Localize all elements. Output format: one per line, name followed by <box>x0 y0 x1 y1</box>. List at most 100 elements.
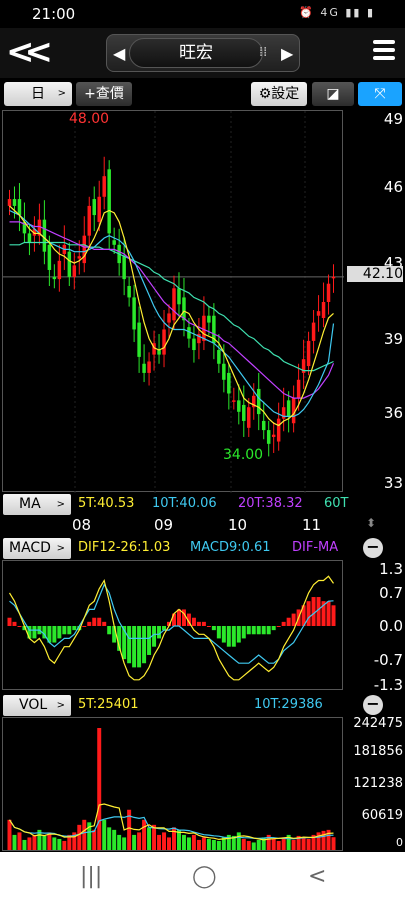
prev-stock-arrow-icon[interactable]: ◀ <box>113 44 125 63</box>
price-tick: 33 <box>383 474 403 492</box>
ma60-value: 60T <box>324 496 349 511</box>
candle-body <box>266 430 271 444</box>
candle-body <box>102 176 106 197</box>
macd9-value: MACD9:0.61 <box>190 540 271 555</box>
candle-body <box>261 420 266 431</box>
candle-body <box>57 260 62 280</box>
candle-body <box>306 340 311 367</box>
volume-bar <box>196 839 201 850</box>
candle-body <box>256 388 261 415</box>
candle-body <box>132 297 136 330</box>
volume-bar <box>301 837 306 850</box>
vol-label: VOL <box>19 697 48 713</box>
macd-histogram-bar <box>97 617 102 626</box>
candle-body <box>237 400 241 412</box>
collapse-macd-icon[interactable]: − <box>363 538 383 558</box>
candle-body <box>42 219 47 252</box>
candle-body <box>72 265 77 277</box>
volume-bar <box>162 832 167 850</box>
volume-bar <box>246 840 251 850</box>
volume-bar <box>22 839 27 850</box>
volume-bar <box>132 834 137 850</box>
back-icon[interactable]: < <box>308 864 326 889</box>
low-price-label: 34.00 <box>223 447 264 463</box>
macd-histogram-bar <box>261 626 266 635</box>
period-chevron-icon: > <box>57 88 66 99</box>
volume-bar <box>191 834 196 850</box>
macd-chart-panel[interactable] <box>2 560 343 690</box>
stock-name[interactable]: 旺宏 <box>129 38 263 68</box>
macd-histogram-bar <box>306 601 311 626</box>
macd-histogram-bar <box>7 617 12 626</box>
candle-body <box>286 400 291 417</box>
vol-dropdown[interactable]: VOL > <box>3 695 71 716</box>
dif-value: DIF12-26:1.03 <box>78 540 171 555</box>
macd-histogram-bar <box>72 626 77 631</box>
macd-histogram-bar <box>132 626 137 668</box>
volume-chart-panel[interactable] <box>2 717 343 851</box>
candle-body <box>27 233 32 243</box>
fullscreen-icon[interactable]: ⤧ <box>358 82 402 106</box>
candle-body <box>147 361 151 373</box>
volume-bar <box>201 837 206 850</box>
stock-selector[interactable]: ◀ 旺宏 ⁞⁞ ▶ <box>106 34 300 72</box>
candle-body <box>122 256 126 280</box>
volume-bar <box>236 832 241 850</box>
macd-histogram-bar <box>286 617 291 626</box>
vol-legend-bar: VOL > 5T:25401 10T:29386 − <box>0 693 405 717</box>
stock-list-icon[interactable]: ⁞⁞ <box>259 45 267 60</box>
candle-body <box>17 199 22 216</box>
volume-bar <box>251 842 256 850</box>
draw-tool-icon[interactable]: ◪ <box>312 82 354 106</box>
price-chart-panel[interactable]: 48.00 34.00 <box>2 110 344 493</box>
macd-histogram-bar <box>127 626 132 664</box>
candle-body <box>142 363 146 373</box>
macd-histogram-bar <box>17 626 22 627</box>
volume-bar <box>331 837 336 850</box>
candle-body <box>217 350 221 364</box>
volume-bar <box>256 839 261 850</box>
difma-value: DIF-MA <box>292 540 339 555</box>
candle-body <box>232 400 236 402</box>
back-double-chevron-icon[interactable]: << <box>6 35 53 70</box>
volume-bar <box>216 840 221 850</box>
ma5-value: 5T:40.53 <box>78 496 135 511</box>
vol5-value: 5T:25401 <box>78 697 139 712</box>
macd-histogram-bar <box>246 626 251 635</box>
android-nav-bar: ||| ◯ < <box>0 852 405 900</box>
home-icon[interactable]: ◯ <box>192 864 217 889</box>
volume-bar <box>32 834 37 850</box>
high-price-label: 48.00 <box>69 111 110 127</box>
macd-histogram-bar <box>311 597 316 626</box>
recent-apps-icon[interactable]: ||| <box>80 864 102 889</box>
chart-toolbar: 日 > +查價 ⚙設定 ◪ ⤧ <box>0 78 405 108</box>
ma-dropdown[interactable]: MA > <box>3 494 71 515</box>
next-stock-arrow-icon[interactable]: ▶ <box>281 44 293 63</box>
macd-histogram-bar <box>241 626 246 639</box>
volume-bar <box>7 819 12 850</box>
macd-histogram-bar <box>221 626 226 643</box>
hamburger-menu-icon[interactable] <box>373 40 395 62</box>
macd-histogram-bar <box>142 626 147 664</box>
macd-histogram-bar <box>326 601 331 626</box>
collapse-vol-icon[interactable]: − <box>363 695 383 715</box>
settings-button[interactable]: ⚙設定 <box>251 82 307 106</box>
resize-handle-icon[interactable]: ⬍ <box>366 516 376 530</box>
price-tick: 49 <box>383 110 403 128</box>
candle-body <box>137 322 141 357</box>
period-dropdown[interactable]: 日 > <box>4 82 72 106</box>
macd-dropdown[interactable]: MACD > <box>3 538 71 559</box>
candle-body <box>316 311 321 316</box>
macd-histogram-bar <box>137 626 142 668</box>
add-quote-button[interactable]: +查價 <box>76 82 132 106</box>
macd-histogram-bar <box>316 597 321 626</box>
macd-tick: 0.7 <box>379 584 403 602</box>
ma-label: MA <box>19 496 41 512</box>
volume-bar <box>241 838 246 850</box>
candle-body <box>12 199 17 206</box>
macd-histogram-bar <box>147 626 152 655</box>
chevron-right-icon: > <box>56 499 65 510</box>
macd-histogram-bar <box>201 621 206 626</box>
macd-histogram-bar <box>82 626 87 627</box>
volume-bar <box>17 832 22 850</box>
